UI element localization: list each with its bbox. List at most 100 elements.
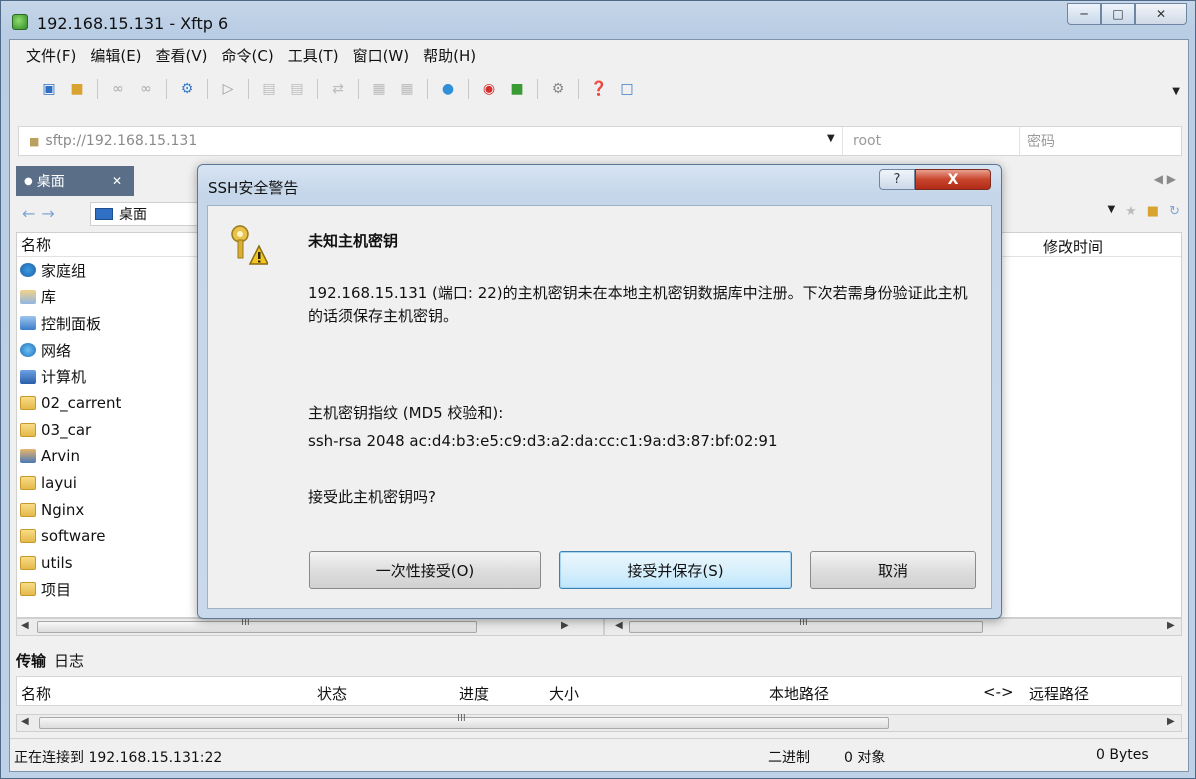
tab-transfer[interactable]: 传输 — [16, 650, 46, 671]
list-item-label: 03_car — [41, 420, 92, 439]
maximize-button[interactable]: □ — [1101, 3, 1135, 25]
toolbar-separator — [166, 79, 167, 99]
column-local-path[interactable]: 本地路径 — [769, 683, 829, 704]
connect-icon[interactable]: ∞ — [107, 78, 129, 100]
folder-icon — [20, 529, 36, 544]
folder-icon — [20, 502, 36, 517]
column-direction[interactable]: <-> — [983, 683, 1014, 701]
accept-once-button[interactable]: 一次性接受(O) — [309, 551, 541, 589]
key-warning-icon — [231, 225, 268, 265]
open-folder-icon[interactable]: ■ — [66, 78, 88, 100]
pc-icon — [20, 369, 36, 384]
scroll-left-arrow-icon[interactable]: ◀ — [21, 620, 29, 631]
list-item-label: layui — [41, 474, 77, 493]
password-field[interactable]: 密码 — [1019, 127, 1182, 155]
back-forward-icons[interactable]: ←→ — [22, 204, 61, 223]
download-icon[interactable]: ▤ — [286, 78, 308, 100]
paste-icon[interactable]: ▦ — [396, 78, 418, 100]
username-field[interactable]: root — [842, 127, 1018, 155]
xshell-icon[interactable]: ◉ — [478, 78, 500, 100]
transfer-hscrollbar[interactable]: ◀ III ▶ — [16, 713, 1182, 732]
list-item[interactable]: Nginx — [17, 496, 211, 523]
folder-icon — [20, 476, 36, 491]
column-status[interactable]: 状态 — [317, 683, 347, 704]
dialog-close-button[interactable]: X — [915, 169, 991, 190]
list-item[interactable]: 项目 — [17, 576, 211, 603]
path-dropdown-icon[interactable]: ▼ — [1107, 204, 1115, 219]
remote-hscrollbar[interactable]: ◀ III ▶ — [604, 617, 1182, 636]
parent-folder-icon[interactable]: ■ — [1147, 204, 1159, 219]
tab-scroll-arrows-icon[interactable]: ◀ ▶ — [1154, 172, 1176, 186]
column-size[interactable]: 大小 — [549, 683, 579, 704]
list-item[interactable]: 库 — [17, 284, 211, 311]
list-item[interactable]: 控制面板 — [17, 310, 211, 337]
menu-file[interactable]: 文件(F) — [26, 45, 76, 66]
scroll-thumb[interactable] — [37, 621, 477, 633]
accept-and-save-button[interactable]: 接受并保存(S) — [559, 551, 792, 589]
gear-icon[interactable]: ⚙ — [547, 78, 569, 100]
tab-log[interactable]: 日志 — [54, 650, 84, 671]
globe-icon[interactable]: ● — [437, 78, 459, 100]
disconnect-icon[interactable]: ∞ — [135, 78, 157, 100]
menu-window[interactable]: 窗口(W) — [353, 45, 410, 66]
favorite-star-icon[interactable]: ★ — [1125, 204, 1137, 219]
toolbar-separator — [427, 79, 428, 99]
list-item[interactable]: layui — [17, 470, 211, 497]
chat-icon[interactable]: □ — [616, 78, 638, 100]
sync-icon[interactable]: ⇄ — [327, 78, 349, 100]
list-item[interactable]: 家庭组 — [17, 257, 211, 284]
copy-icon[interactable]: ▦ — [368, 78, 390, 100]
list-item-label: 项目 — [41, 580, 72, 599]
url-dropdown-icon[interactable]: ▼ — [827, 133, 835, 144]
menu-command[interactable]: 命令(C) — [222, 45, 274, 66]
list-item[interactable]: 03_car — [17, 417, 211, 444]
list-item[interactable]: software — [17, 523, 211, 550]
scroll-left-arrow-icon[interactable]: ◀ — [21, 716, 29, 727]
menu-help[interactable]: 帮助(H) — [423, 45, 476, 66]
list-item[interactable]: 02_carrent — [17, 390, 211, 417]
column-header-modified[interactable]: 修改时间 — [1043, 236, 1103, 257]
scroll-right-arrow-icon[interactable]: ▶ — [1167, 716, 1175, 727]
refresh-icon[interactable]: ↻ — [1169, 204, 1180, 219]
xftp-app-icon — [12, 14, 28, 30]
list-item[interactable]: Arvin — [17, 443, 211, 470]
dialog-help-button[interactable]: ? — [879, 169, 915, 190]
url-field[interactable]: ■ sftp://192.168.15.131 — [19, 127, 839, 155]
list-item-label: 02_carrent — [41, 394, 122, 413]
column-header-name[interactable]: 名称 — [17, 233, 211, 257]
toolbar-separator — [207, 79, 208, 99]
menu-bar: 文件(F) 编辑(E) 查看(V) 命令(C) 工具(T) 窗口(W) 帮助(H… — [10, 40, 1188, 70]
close-button[interactable]: ✕ — [1135, 3, 1187, 25]
folder-icon — [20, 582, 36, 597]
path-field[interactable]: 桌面 — [90, 202, 210, 226]
local-file-list: 家庭组库控制面板 网络 计算机 02_carrent 03_car Arvin layui N… — [17, 257, 211, 603]
column-name[interactable]: 名称 — [21, 683, 51, 704]
tab-desktop[interactable]: ● 桌面 ✕ — [16, 166, 134, 196]
column-progress[interactable]: 进度 — [459, 683, 489, 704]
menu-tools[interactable]: 工具(T) — [288, 45, 339, 66]
menu-view[interactable]: 查看(V) — [156, 45, 208, 66]
cancel-button[interactable]: 取消 — [810, 551, 976, 589]
desktop-icon — [95, 208, 113, 220]
column-remote-path[interactable]: 远程路径 — [1029, 683, 1089, 704]
tab-status-dot-icon: ● — [24, 175, 33, 187]
local-hscrollbar[interactable]: ◀ III ▶ — [16, 617, 604, 636]
upload-icon[interactable]: ▤ — [258, 78, 280, 100]
xftp-icon[interactable]: ■ — [506, 78, 528, 100]
window-title: 192.168.15.131 - Xftp 6 — [37, 14, 229, 33]
toolbar-overflow-icon[interactable]: ▼ — [1172, 86, 1180, 97]
tab-close-icon[interactable]: ✕ — [112, 174, 122, 188]
dialog-body: 未知主机密钥 192.168.15.131 (端口: 22)的主机密钥未在本地主… — [207, 205, 992, 609]
list-item[interactable]: utils — [17, 550, 211, 577]
scroll-right-arrow-icon[interactable]: ▶ — [561, 620, 569, 631]
minimize-button[interactable]: ─ — [1067, 3, 1101, 25]
list-item[interactable]: 计算机 — [17, 363, 211, 390]
help-icon[interactable]: ❓ — [588, 78, 610, 100]
new-session-icon[interactable]: ▣ — [38, 78, 60, 100]
scroll-left-arrow-icon[interactable]: ◀ — [615, 620, 623, 631]
menu-edit[interactable]: 编辑(E) — [90, 45, 141, 66]
list-item[interactable]: 网络 — [17, 337, 211, 364]
view-icon[interactable]: ▷ — [217, 78, 239, 100]
properties-icon[interactable]: ⚙ — [176, 78, 198, 100]
scroll-right-arrow-icon[interactable]: ▶ — [1167, 620, 1175, 631]
